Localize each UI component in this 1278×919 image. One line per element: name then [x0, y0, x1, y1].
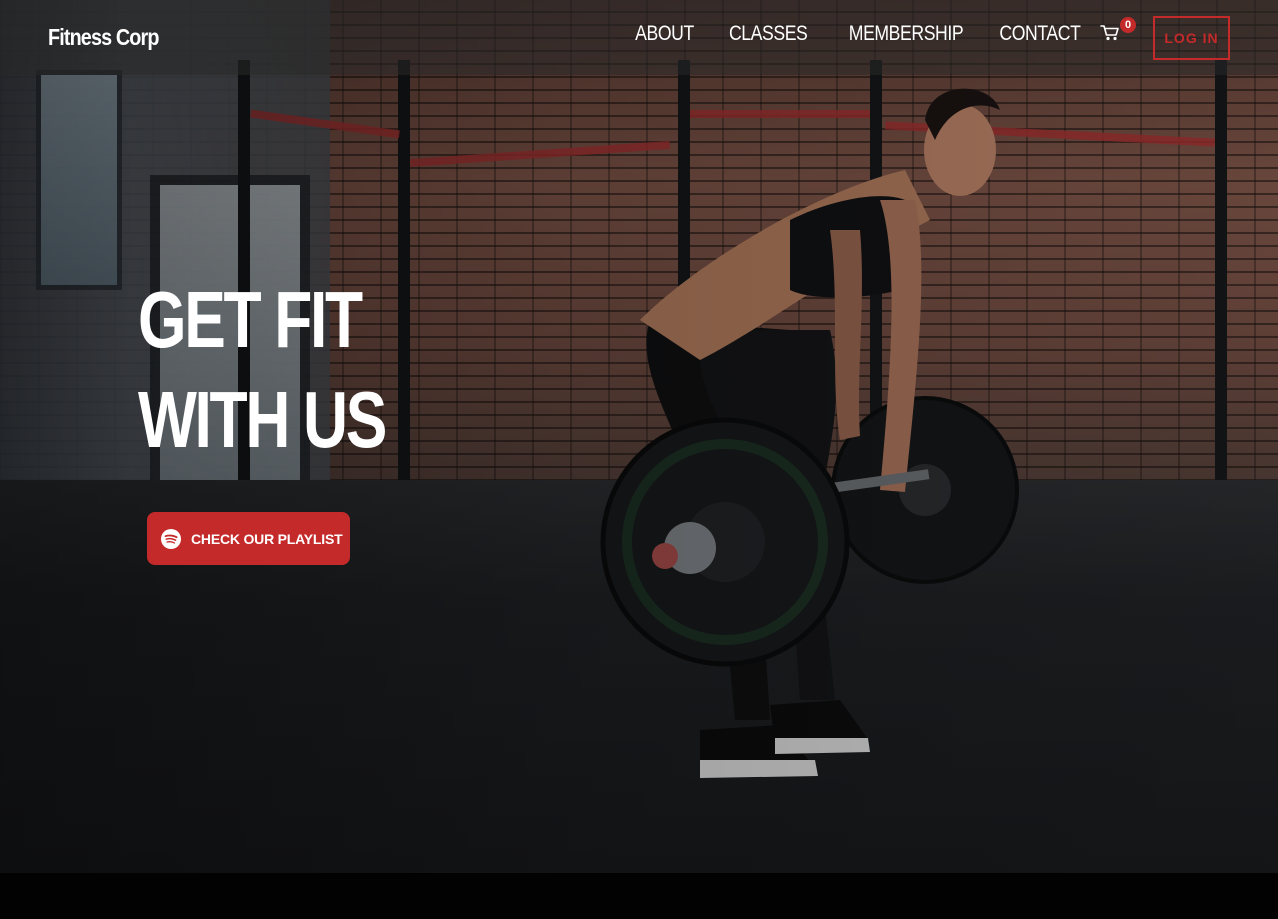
main-nav: ABOUT CLASSES MEMBERSHIP CONTACT [604, 22, 1080, 46]
check-playlist-label: CHECK OUR PLAYLIST [191, 530, 343, 547]
hero-title: GET FIT WITH US [138, 270, 387, 470]
nav-item-about[interactable]: ABOUT [635, 22, 694, 46]
login-button[interactable]: LOG IN [1153, 16, 1230, 60]
check-playlist-button[interactable]: CHECK OUR PLAYLIST [147, 512, 350, 565]
shopping-cart-icon[interactable] [1100, 24, 1122, 44]
hero-title-line-2: WITH US [138, 375, 387, 464]
nav-item-classes[interactable]: CLASSES [729, 22, 808, 46]
hero-title-line-1: GET FIT [138, 275, 363, 364]
cart-count-badge: 0 [1120, 17, 1136, 33]
page-bottom-band [0, 873, 1278, 919]
page: Fitness Corp ABOUT CLASSES MEMBERSHIP CO… [0, 0, 1278, 919]
nav-item-membership[interactable]: MEMBERSHIP [849, 22, 964, 46]
spotify-icon [161, 528, 181, 549]
brand-logo[interactable]: Fitness Corp [48, 24, 159, 51]
nav-item-contact[interactable]: CONTACT [999, 22, 1080, 46]
